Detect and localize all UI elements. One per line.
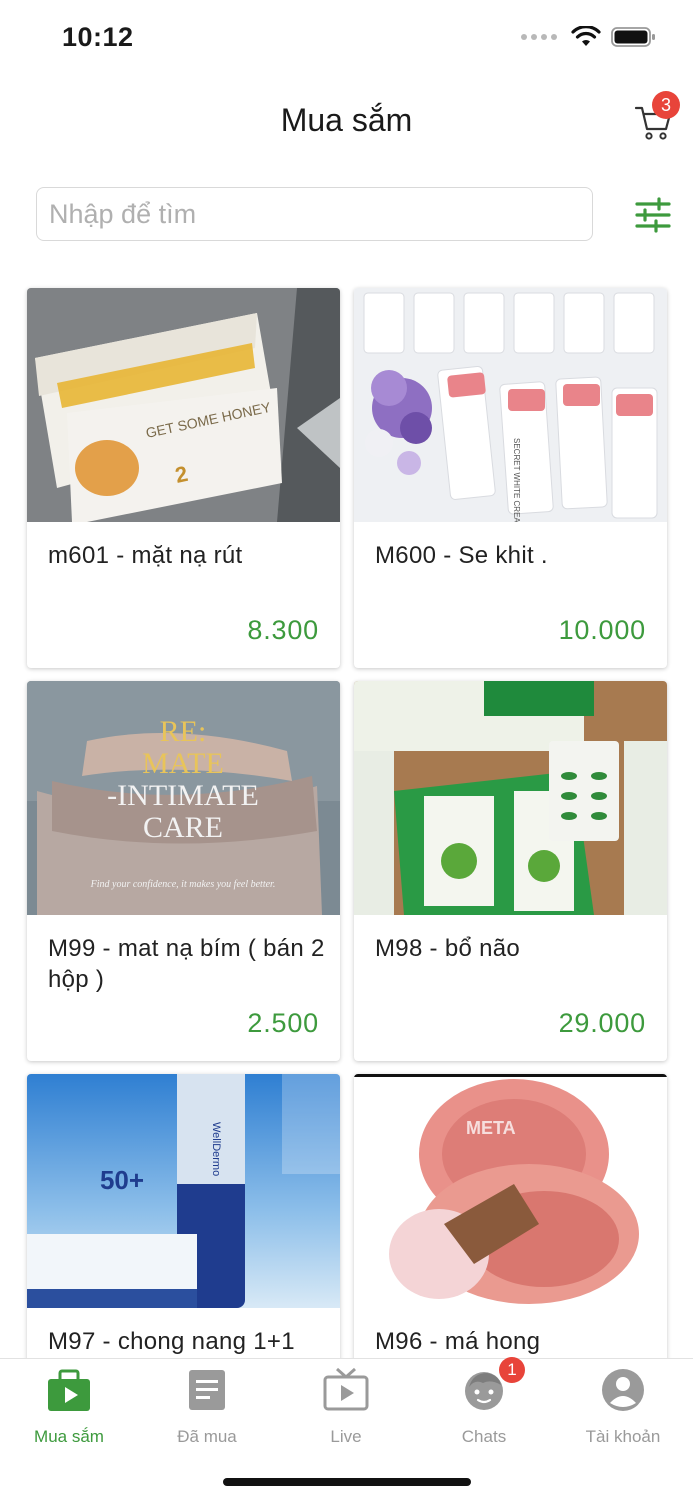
app-header: Mua sắm 3 [0,76,693,166]
product-title: m601 - mặt nạ rút [48,542,243,569]
status-indicators [521,26,657,48]
tab-label: Chats [461,1427,507,1446]
product-card[interactable]: M98 - bổ não 29.000 [354,681,667,1061]
tv-icon [323,1367,369,1411]
product-image: 50+ WellDermo [27,1074,340,1308]
blush-watermark: META [466,1118,516,1138]
product-price: 8.300 [247,615,319,645]
remate-line3: -INTIMATE [107,779,259,812]
document-icon [189,1370,225,1410]
wifi-icon [571,26,601,46]
product-title: M600 - Se khit . [375,542,548,569]
product-price: 10.000 [558,615,646,645]
status-bar: 10:12 [0,0,693,76]
product-image: SECRET WHITE CREAM [354,288,667,522]
sunscreen-brand-text: WellDermo [210,1122,222,1176]
product-price: 2.500 [247,1008,319,1038]
product-image: META [354,1074,667,1308]
tab-live[interactable]: Live [277,1367,415,1447]
remate-tagline: Find your confidence, it makes you feel … [90,879,276,890]
tab-label: Mua sắm [34,1427,104,1446]
tab-purchased[interactable]: Đã mua [138,1367,276,1447]
battery-icon [611,27,655,47]
tab-label: Live [330,1427,362,1446]
page-title: Mua sắm [280,102,413,138]
product-title: M96 - má hong [375,1328,541,1355]
remate-line1: RE: [160,715,207,748]
product-card[interactable]: RE: MATE -INTIMATE CARE Find your confid… [27,681,340,1061]
product-title: M97 - chong nang 1+1 [48,1328,295,1355]
signal-icon [521,34,557,40]
home-indicator [223,1478,471,1486]
status-time: 10:12 [62,22,134,52]
filter-icon[interactable] [632,194,674,236]
product-card[interactable]: GET SOME HONEY 2 m601 - mặt nạ rút 8.300 [27,288,340,668]
product-card[interactable]: SECRET WHITE CREAM M600 - Se khit . 10.0… [354,288,667,668]
search-input[interactable] [36,187,593,241]
tab-account[interactable]: Tài khoản [554,1367,692,1447]
product-image: GET SOME HONEY 2 [27,288,340,522]
cream-box-text: SECRET WHITE CREAM [512,438,521,522]
product-title: M99 - mat nạ bím ( bán 2 hộp ) [48,935,325,993]
tab-label: Đã mua [177,1427,237,1446]
account-icon [602,1369,644,1411]
tab-chats[interactable]: 1 Chats [415,1357,553,1447]
remate-line4: CARE [143,811,223,844]
shopping-bag-icon [48,1369,90,1411]
tab-label: Tài khoản [585,1427,661,1446]
remate-line2: MATE [142,747,224,780]
product-title: M98 - bổ não [375,935,521,962]
product-image: RE: MATE -INTIMATE CARE Find your confid… [27,681,340,915]
tab-shopping[interactable]: Mua sắm [0,1367,138,1447]
chats-badge: 1 [499,1357,525,1383]
product-price: 29.000 [558,1008,646,1038]
product-image [354,681,667,915]
cart-badge: 3 [652,91,680,119]
spf-text: 50+ [100,1165,144,1195]
